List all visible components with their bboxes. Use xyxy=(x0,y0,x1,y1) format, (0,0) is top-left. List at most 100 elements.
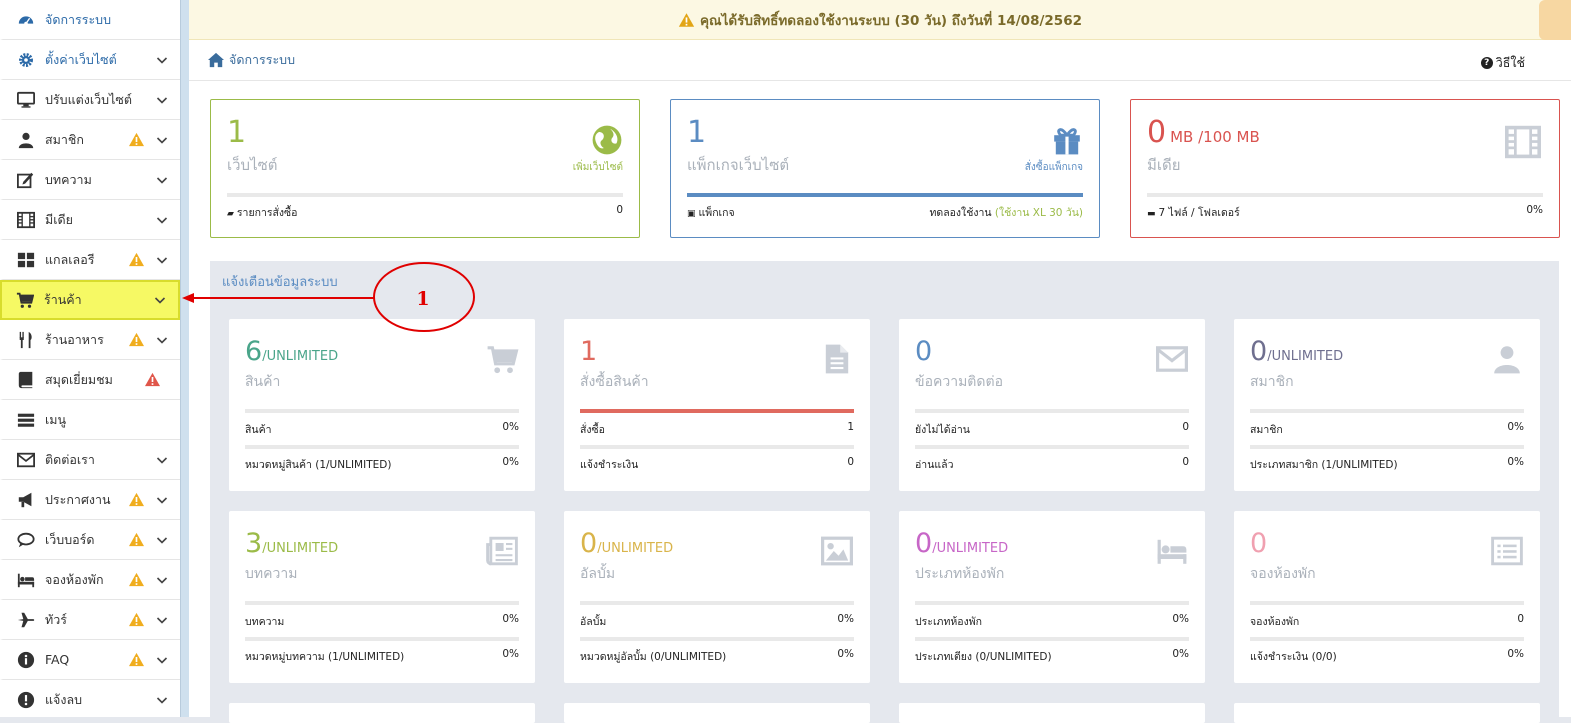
warning-icon xyxy=(129,332,144,347)
help-link[interactable]: ? วิธีใช้ xyxy=(1480,53,1525,73)
sidebar-item-book[interactable]: สมุดเยี่ยมชม xyxy=(0,360,180,400)
sidebar-scrollbar[interactable] xyxy=(180,0,189,717)
footer-icon: ▰ xyxy=(227,209,234,219)
image-icon xyxy=(821,536,853,566)
sidebar-warning xyxy=(128,652,146,668)
warning-icon xyxy=(678,12,695,27)
sidebar-item-film[interactable]: มีเดีย xyxy=(0,200,180,240)
grid-icon xyxy=(17,252,35,267)
sidebar-item-label: บทความ xyxy=(45,171,92,187)
sidebar-item-monitor[interactable]: ปรับแต่งเว็บไซต์ xyxy=(0,80,180,120)
chevron-down-icon xyxy=(156,576,168,584)
newspaper-icon xyxy=(486,536,518,566)
stat-count-unit: /UNLIMITED xyxy=(932,541,1009,556)
chevron-down-icon xyxy=(156,456,168,464)
breadcrumb-home[interactable]: จัดการระบบ xyxy=(207,50,295,70)
sidebar-item-label: แจ้งลบ xyxy=(45,691,83,707)
sidebar-item-plane[interactable]: ทัวร์ xyxy=(0,600,180,640)
list-icon xyxy=(1491,536,1523,566)
stat-icon xyxy=(820,535,854,570)
stat-row: หมวดหมู่บทความ (1/UNLIMITED) 0% xyxy=(245,648,519,665)
monitor-icon xyxy=(17,91,35,108)
stat-card-user[interactable]: 0/UNLIMITED สมาชิก สมาชิก 0% ประเภทสมาชิก (1… xyxy=(1234,319,1540,491)
film-icon xyxy=(1505,125,1541,159)
stat-card-partial[interactable] xyxy=(899,703,1205,723)
sidebar-icon xyxy=(15,130,37,150)
bed-icon xyxy=(1157,539,1187,564)
summary-action-link[interactable]: สั่งซื้อแพ็กเกจ xyxy=(1025,160,1083,175)
summary-progress xyxy=(1147,193,1543,197)
sidebar-item-megaphone[interactable]: ประกาศงาน xyxy=(0,480,180,520)
envelope-icon xyxy=(1156,346,1188,372)
stat-row-label: บทความ xyxy=(245,616,285,628)
stat-progress xyxy=(580,601,854,605)
utensils-icon xyxy=(19,331,32,348)
stat-progress-secondary xyxy=(1250,445,1524,449)
chevron-down-icon xyxy=(156,656,168,664)
sidebar-item-grid[interactable]: แกลเลอรี xyxy=(0,240,180,280)
stat-row-value: 0% xyxy=(502,456,519,468)
sidebar-item-dashboard[interactable]: จัดการระบบ xyxy=(0,0,180,40)
info-icon xyxy=(17,651,35,668)
sidebar-item-gear[interactable]: ตั้งค่าเว็บไซต์ xyxy=(0,40,180,80)
stat-row: บทความ 0% xyxy=(245,613,519,630)
sidebar-item-label: ปรับแต่งเว็บไซต์ xyxy=(45,91,132,107)
sidebar-item-exclamation[interactable]: แจ้งลบ xyxy=(0,680,180,717)
warning-icon xyxy=(145,372,160,387)
stat-count: 0/UNLIMITED xyxy=(915,529,1008,564)
sidebar-item-envelope[interactable]: ติดต่อเรา xyxy=(0,440,180,480)
stat-icon xyxy=(1490,535,1524,570)
summary-footer-left: ▰ รายการสั่งซื้อ xyxy=(227,204,297,221)
stat-icon xyxy=(485,343,519,378)
stat-card-file[interactable]: 1 สั่งซื้อสินค้า สั่งซื้อ 1 แจ้งชำระเงิน 0 xyxy=(564,319,870,491)
stat-card-partial[interactable] xyxy=(229,703,535,723)
sidebar-item-edit[interactable]: บทความ xyxy=(0,160,180,200)
stat-row-label: หมวดหมู่สินค้า (1/UNLIMITED) xyxy=(245,459,392,471)
stat-card-partial[interactable] xyxy=(564,703,870,723)
gift-icon xyxy=(1054,128,1080,155)
stat-card-envelope[interactable]: 0 ข้อความติดต่อ ยังไม่ได้อ่าน 0 อ่านแล้ว 0 xyxy=(899,319,1205,491)
summary-footer-right-text: 0% xyxy=(1526,204,1543,216)
sidebar-item-cart[interactable]: ร้านค้า xyxy=(0,280,180,320)
sidebar-item-utensils[interactable]: ร้านอาหาร xyxy=(0,320,180,360)
stat-count: 0 xyxy=(1250,529,1267,559)
sidebar-warning xyxy=(128,252,146,268)
stat-row-label: ประเภทสมาชิก (1/UNLIMITED) xyxy=(1250,459,1398,471)
stat-row-value: 0 xyxy=(847,456,854,468)
sidebar-warning xyxy=(128,612,146,628)
stat-row-value: 0% xyxy=(1172,648,1189,660)
stat-card-newspaper[interactable]: 3/UNLIMITED บทความ บทความ 0% หมวดหมู่บทความ … xyxy=(229,511,535,683)
warning-icon xyxy=(129,612,144,627)
summary-footer: ▬ 7 ไฟล์ / โฟลเดอร์ 0% xyxy=(1147,204,1543,221)
stat-count: 0/UNLIMITED xyxy=(580,529,673,564)
summary-footer-left: ▬ 7 ไฟล์ / โฟลเดอร์ xyxy=(1147,204,1240,221)
stat-row-value: 0% xyxy=(837,648,854,660)
stat-card-image[interactable]: 0/UNLIMITED อัลบั้ม อัลบั้ม 0% หมวดหมู่อัลบั… xyxy=(564,511,870,683)
stat-count-value: 6 xyxy=(245,336,263,367)
stat-progress xyxy=(245,601,519,605)
chevron-down-icon xyxy=(156,96,168,104)
main-content: คุณได้รับสิทธิ์ทดลองใช้งานระบบ (30 วัน) … xyxy=(189,0,1571,723)
sidebar-item-info[interactable]: FAQ xyxy=(0,640,180,680)
sidebar-item-label: ติดต่อเรา xyxy=(45,451,95,467)
warning-icon xyxy=(129,492,144,507)
stat-card-cart[interactable]: 6/UNLIMITED สินค้า สินค้า 0% หมวดหมู่สินค้า … xyxy=(229,319,535,491)
stat-row-label: หมวดหมู่บทความ (1/UNLIMITED) xyxy=(245,651,405,663)
stat-row: ประเภทห้องพัก 0% xyxy=(915,613,1189,630)
sidebar-item-bed[interactable]: จองห้องพัก xyxy=(0,560,180,600)
sidebar-warning xyxy=(128,492,146,508)
sidebar-item-menu[interactable]: เมนู xyxy=(0,400,180,440)
sidebar-item-user[interactable]: สมาชิก xyxy=(0,120,180,160)
stat-card-list[interactable]: 0 จองห้องพัก จองห้องพัก 0 แจ้งชำระเงิน (0/0)… xyxy=(1234,511,1540,683)
stat-card-partial[interactable] xyxy=(1234,703,1540,723)
stat-row-value: 0 xyxy=(1182,421,1189,433)
stat-progress xyxy=(915,601,1189,605)
summary-footer-extra: (ใช้งาน XL 30 วัน) xyxy=(994,207,1083,219)
chevron-down-icon xyxy=(156,496,168,504)
cart-icon xyxy=(487,346,519,374)
sidebar-item-comments[interactable]: เว็บบอร์ด xyxy=(0,520,180,560)
sidebar-item-label: จองห้องพัก xyxy=(45,571,104,587)
stat-card-bed[interactable]: 0/UNLIMITED ประเภทห้องพัก ประเภทห้องพัก 0% ป… xyxy=(899,511,1205,683)
notes-tab[interactable] xyxy=(1539,0,1571,40)
summary-action-link[interactable]: เพิ่มเว็บไซต์ xyxy=(573,160,623,175)
